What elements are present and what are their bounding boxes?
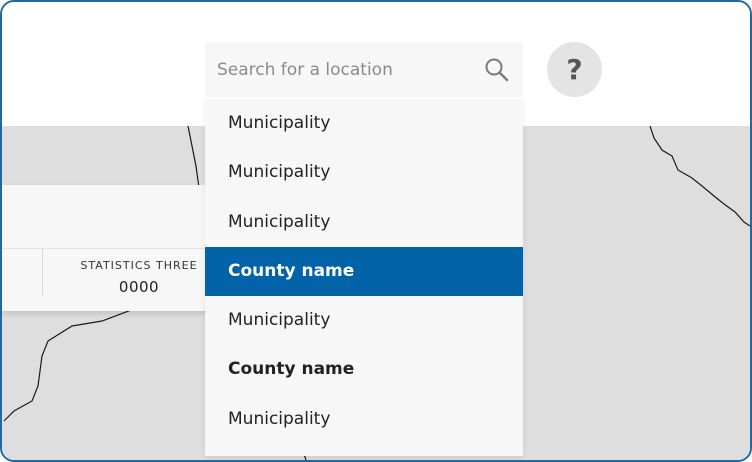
dropdown-item-municipality[interactable]: Municipality — [205, 395, 523, 444]
dropdown-item-municipality[interactable]: Municipality — [205, 198, 523, 247]
dropdown-item-municipality[interactable]: Municipality — [205, 99, 523, 148]
stats-divider — [2, 248, 218, 249]
dropdown-item-municipality[interactable]: Municipality — [205, 148, 523, 197]
stats-card: STATISTICS THREE 0000 — [2, 185, 218, 311]
search-box — [205, 42, 523, 97]
stats-column-divider — [42, 249, 43, 295]
dropdown-item-municipality[interactable]: Municipality — [205, 296, 523, 345]
location-dropdown: Municipality Municipality Municipality C… — [205, 99, 523, 456]
dropdown-item-county-selected[interactable]: County name — [205, 246, 523, 297]
app-frame: STATISTICS THREE 0000 ? Municipality Mun… — [0, 0, 752, 462]
stat-label: STATISTICS THREE — [80, 259, 198, 272]
help-button[interactable]: ? — [547, 42, 602, 97]
stat-value: 0000 — [118, 278, 160, 296]
search-input[interactable] — [205, 42, 477, 97]
search-icon[interactable] — [483, 56, 511, 84]
dropdown-item-county[interactable]: County name — [205, 345, 523, 394]
